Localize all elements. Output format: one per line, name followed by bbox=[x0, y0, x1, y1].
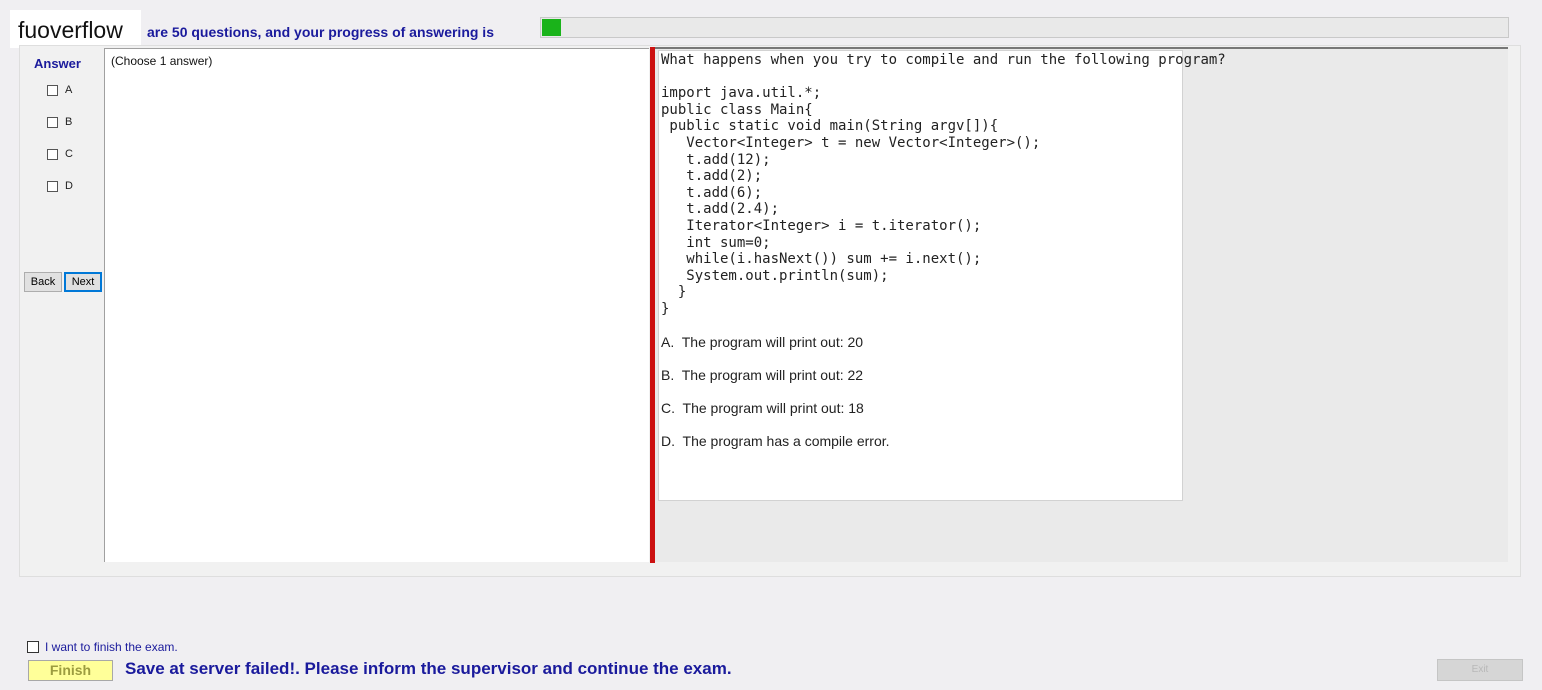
progress-bar bbox=[540, 17, 1509, 38]
option-a-checkbox[interactable]: A bbox=[47, 83, 72, 97]
answer-text-area[interactable] bbox=[104, 48, 649, 562]
checkbox-icon[interactable] bbox=[47, 116, 58, 128]
option-c-checkbox[interactable]: C bbox=[47, 147, 73, 161]
option-label: A bbox=[65, 84, 73, 96]
option-label: B bbox=[65, 116, 73, 128]
option-d-checkbox[interactable]: D bbox=[47, 179, 73, 193]
checkbox-icon[interactable] bbox=[27, 641, 39, 653]
progress-fill bbox=[542, 19, 561, 36]
option-b-checkbox[interactable]: B bbox=[47, 115, 72, 129]
brand-label: fuoverflow bbox=[10, 10, 141, 48]
option-label: C bbox=[65, 148, 73, 160]
choice-d: D. The program has a compile error. bbox=[661, 433, 890, 449]
exit-button[interactable]: Exit bbox=[1437, 659, 1523, 681]
checkbox-icon[interactable] bbox=[47, 84, 58, 96]
choice-b: B. The program will print out: 22 bbox=[661, 367, 864, 383]
progress-text: are 50 questions, and your progress of a… bbox=[147, 24, 494, 40]
choice-a: A. The program will print out: 20 bbox=[661, 334, 864, 350]
choose-hint: (Choose 1 answer) bbox=[111, 54, 213, 68]
back-button[interactable]: Back bbox=[24, 272, 62, 292]
answer-title: Answer bbox=[34, 56, 81, 71]
next-button[interactable]: Next bbox=[64, 272, 102, 292]
finish-button[interactable]: Finish bbox=[28, 660, 113, 681]
finish-check-label: I want to finish the exam. bbox=[45, 640, 178, 654]
checkbox-icon[interactable] bbox=[47, 148, 58, 160]
question-text: What happens when you try to compile and… bbox=[661, 52, 1226, 317]
finish-exam-checkbox[interactable]: I want to finish the exam. bbox=[27, 640, 178, 654]
choice-c: C. The program will print out: 18 bbox=[661, 400, 864, 416]
checkbox-icon[interactable] bbox=[47, 180, 58, 192]
status-message: Save at server failed!. Please inform th… bbox=[125, 659, 732, 678]
option-label: D bbox=[65, 180, 73, 192]
